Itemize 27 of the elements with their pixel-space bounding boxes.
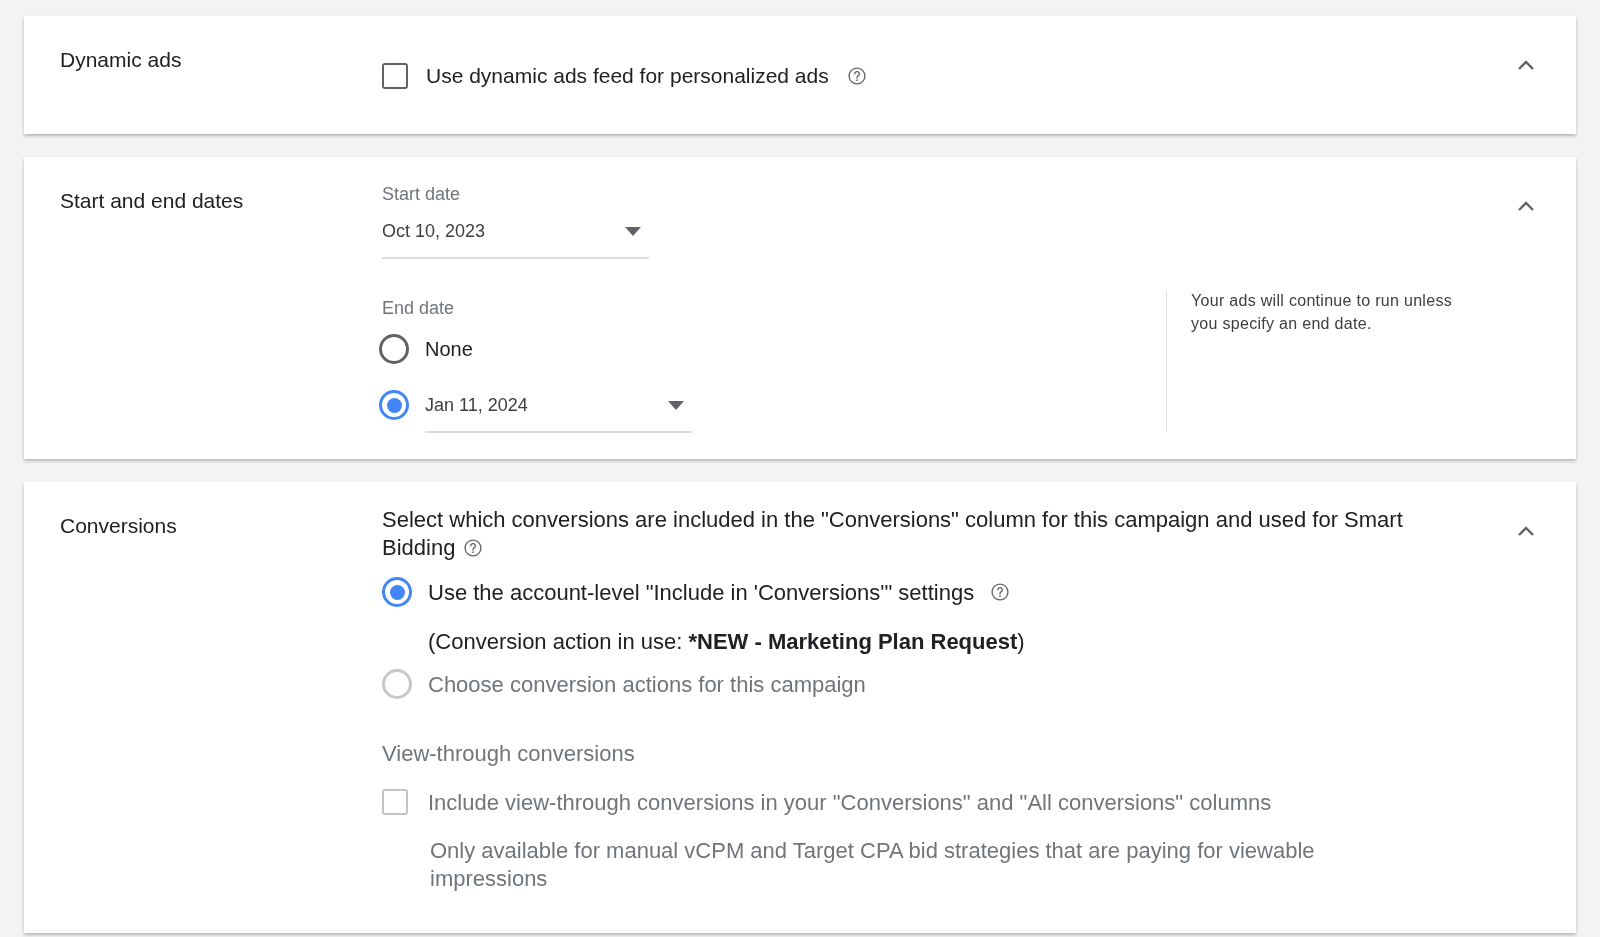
help-icon[interactable] [990,582,1011,602]
radio-button[interactable] [379,390,409,420]
conversion-action-text: (Conversion action in use: *NEW - Marketing Plan Request) [428,627,1026,656]
field-label: Start date [382,182,462,206]
checkbox-label: Include view-through conversions in your "Conversions" and "All conversions" columns [428,788,1272,817]
section-title: Conversions [60,512,178,539]
radio-label: Choose conversion actions for this campaign [428,670,866,699]
section-title: Dynamic ads [60,47,183,73]
help-icon[interactable] [463,537,484,558]
radio-label: None [425,336,473,362]
dropdown-arrow-icon [625,226,641,236]
dropdown-arrow-icon [668,400,684,410]
hint-text: Your ads will continue to run unless you specify an end date. [1191,290,1454,334]
subheading: View-through conversions [382,739,636,768]
radio-label: Use the account-level "Include in 'Conversions'" settings [428,578,975,607]
radio-button[interactable] [382,577,412,607]
checkbox-label: Use dynamic ads feed for personalized ads [426,63,829,89]
date-dropdown[interactable]: Oct 10, 2023 [382,217,649,259]
checkbox[interactable] [382,62,408,89]
help-icon[interactable] [846,65,867,86]
date-dropdown[interactable]: Jan 11, 2024 [425,391,692,433]
radio-button[interactable] [379,333,409,364]
hint-text: Only available for manual vCPM and Target CPA bid strategies that are paying for viewable impressions [430,836,1316,893]
section-description: Select which conversions are included in the "Conversions" column for this campaign and used for Smart Bidding [382,505,1404,562]
field-label: End date [382,296,456,320]
chevron-up-icon[interactable] [1516,58,1536,72]
section-title: Start and end dates [60,187,245,214]
